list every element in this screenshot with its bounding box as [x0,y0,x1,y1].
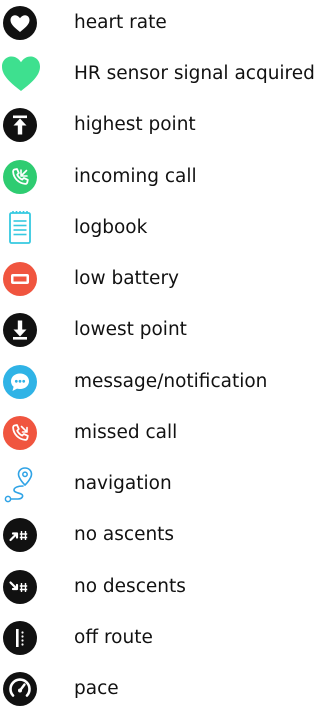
legend-row-low-battery: low battery [0,259,329,299]
navigation-icon [0,464,40,504]
legend-row-no-ascents: no ascents [0,515,329,555]
legend-label: heart rate [74,12,167,33]
legend-row-logbook: logbook [0,208,329,248]
legend-label: off route [74,627,153,648]
legend-label: navigation [74,473,172,494]
legend-label: lowest point [74,319,187,340]
legend-label: low battery [74,268,179,289]
pace-icon [2,671,38,707]
arrow-up-icon [2,107,38,143]
icon-legend: heart rate HR sensor signal acquired hig… [0,0,329,709]
legend-row-highest-point: highest point [0,105,329,145]
legend-label: logbook [74,217,148,238]
legend-row-missed-call: missed call [0,413,329,453]
battery-low-icon [2,261,38,297]
no-ascent-icon [2,517,38,553]
legend-row-hr-signal: HR sensor signal acquired [0,54,329,94]
legend-row-heart-rate: heart rate [0,3,329,43]
message-icon [2,364,38,400]
heart-icon [2,5,38,41]
legend-label: incoming call [74,166,197,187]
off-route-icon [2,620,38,656]
arrow-down-icon [2,312,38,348]
legend-row-navigation: navigation [0,464,329,504]
legend-label: message/notification [74,371,268,392]
heart-signal-icon [0,54,42,94]
legend-label: highest point [74,114,196,135]
phone-incoming-icon [2,159,38,195]
legend-label: no descents [74,576,186,597]
no-descent-icon [2,569,38,605]
legend-row-lowest-point: lowest point [0,310,329,350]
legend-row-pace: pace [0,669,329,709]
legend-label: pace [74,678,119,699]
legend-label: missed call [74,422,178,443]
legend-row-incoming-call: incoming call [0,157,329,197]
legend-label: no ascents [74,524,175,545]
phone-missed-icon [2,415,38,451]
logbook-icon [2,210,38,246]
legend-row-off-route: off route [0,618,329,658]
legend-row-message: message/notification [0,362,329,402]
legend-row-no-descents: no descents [0,567,329,607]
legend-label: HR sensor signal acquired [74,63,315,84]
